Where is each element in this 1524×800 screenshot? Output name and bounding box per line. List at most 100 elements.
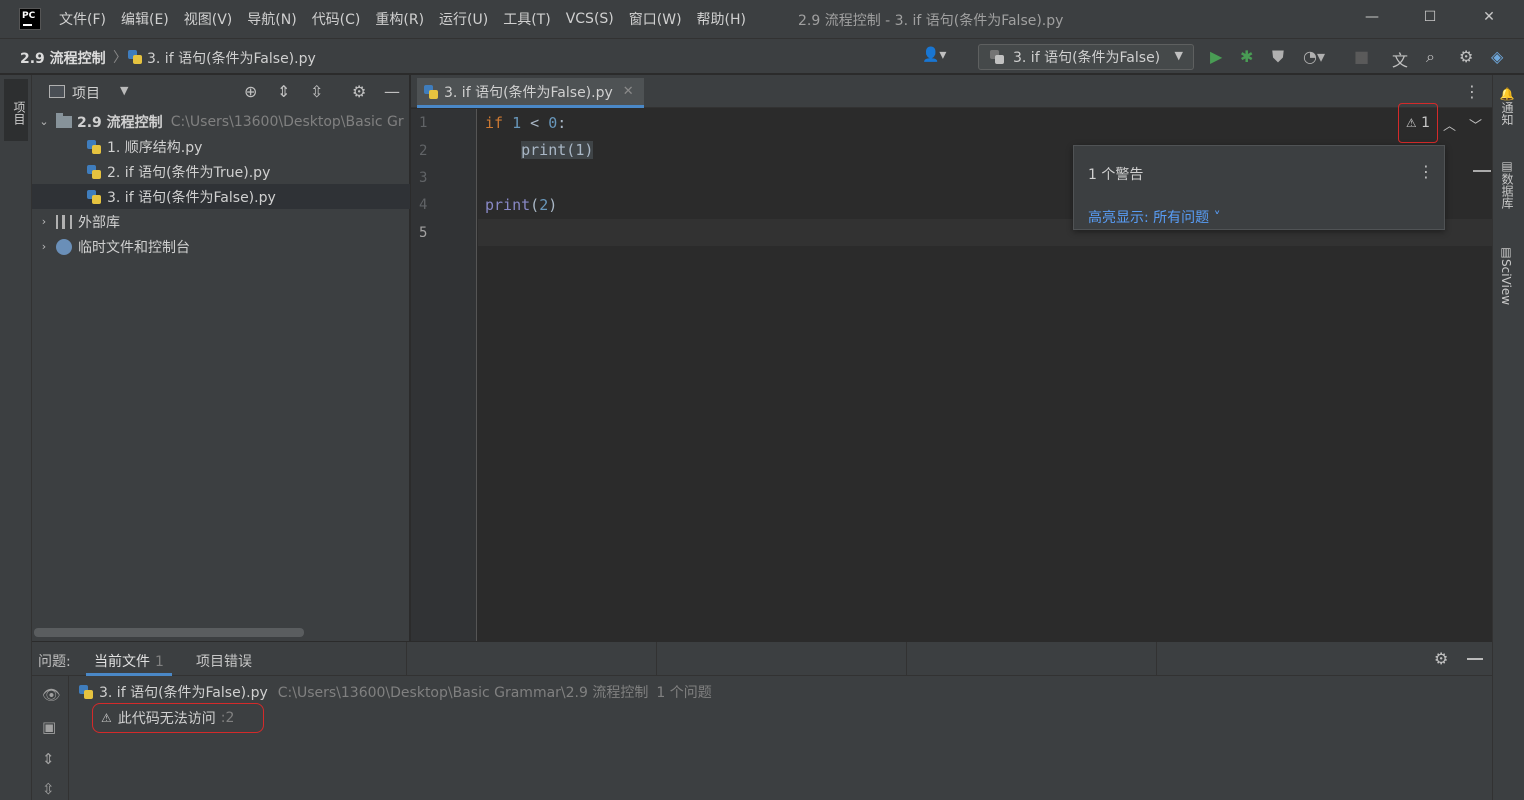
- close-window-button[interactable]: ✕: [1479, 9, 1499, 25]
- project-panel-title[interactable]: 项目: [72, 83, 100, 103]
- gear-icon[interactable]: ⚙: [1434, 649, 1448, 668]
- tab-current-file[interactable]: 当前文件 1: [86, 642, 172, 676]
- gear-icon[interactable]: ⚙: [352, 82, 366, 101]
- menu-run[interactable]: 运行(U): [439, 9, 488, 29]
- expand-all-icon[interactable]: ⇕: [42, 750, 55, 768]
- code-line-1[interactable]: if 1 < 0:: [485, 114, 566, 132]
- collapse-all-icon[interactable]: ⇳: [310, 82, 323, 101]
- sciview-tool-tab[interactable]: ▥SciView: [1499, 245, 1513, 305]
- hide-panel-icon[interactable]: —: [384, 82, 400, 101]
- chevron-down-icon: ▼: [1174, 49, 1183, 62]
- preview-icon[interactable]: ▣: [42, 718, 56, 736]
- user-icon[interactable]: 👤▾: [922, 47, 946, 63]
- chevron-right-icon[interactable]: ›: [38, 215, 50, 228]
- right-tool-strip: 🔔通知 ▤数据库 ▥SciView: [1492, 75, 1524, 800]
- stop-icon[interactable]: ■: [1354, 47, 1369, 66]
- run-icon[interactable]: ▶: [1210, 47, 1222, 66]
- chevron-down-icon[interactable]: ⌄: [38, 115, 50, 128]
- menu-code[interactable]: 代码(C): [312, 9, 361, 29]
- python-file-icon: [86, 189, 102, 205]
- run-configuration-select[interactable]: 3. if 语句(条件为False) ▼: [978, 44, 1194, 70]
- translate-icon[interactable]: 文: [1392, 47, 1408, 71]
- locate-icon[interactable]: ⊕: [244, 82, 257, 101]
- code-line-4[interactable]: print(2): [485, 196, 557, 214]
- eye-icon[interactable]: 👁: [42, 686, 61, 704]
- project-tool-tab-label: 项目: [12, 101, 26, 125]
- tree-file-item-selected[interactable]: 3. if 语句(条件为False).py: [32, 184, 410, 209]
- python-file-icon: [86, 139, 102, 155]
- menu-tools[interactable]: 工具(T): [503, 9, 550, 29]
- expand-all-icon[interactable]: ⇕: [277, 82, 290, 101]
- profile-icon[interactable]: ◔▾: [1303, 47, 1325, 66]
- collapse-all-icon[interactable]: ⇳: [42, 780, 55, 798]
- window-title: 2.9 流程控制 - 3. if 语句(条件为False).py: [798, 13, 1064, 29]
- problems-panel: 问题: 当前文件 1 项目错误 ⚙ 👁 ▣ ⇕ ⇳ 3. if 语句(条件为Fal…: [32, 641, 1492, 800]
- tree-file-label: 1. 顺序结构.py: [107, 139, 203, 156]
- settings-icon[interactable]: ⚙: [1459, 47, 1473, 66]
- chevron-down-icon[interactable]: ▼: [120, 84, 128, 97]
- warning-count: 1: [1421, 115, 1431, 131]
- project-tool-tab[interactable]: 项目: [4, 79, 28, 141]
- problems-label: 问题:: [38, 654, 71, 670]
- tree-file-label: 3. if 语句(条件为False).py: [107, 189, 276, 206]
- divider: [656, 642, 657, 676]
- menu-view[interactable]: 视图(V): [184, 9, 233, 29]
- library-icon: [56, 214, 72, 229]
- tab-project-errors[interactable]: 项目错误: [196, 651, 252, 671]
- tree-file-item[interactable]: 2. if 语句(条件为True).py: [32, 159, 410, 184]
- menu-edit[interactable]: 编辑(E): [121, 9, 169, 29]
- inspection-warning-badge[interactable]: ⚠ 1: [1398, 103, 1438, 143]
- pycharm-logo-icon[interactable]: PC: [19, 8, 41, 30]
- coverage-icon[interactable]: ⛊: [1272, 47, 1284, 67]
- navigation-toolbar: 2.9 流程控制 〉 3. if 语句(条件为False).py 👤▾ 3. i…: [0, 38, 1524, 74]
- chevron-right-icon[interactable]: ›: [38, 240, 50, 253]
- menu-refactor[interactable]: 重构(R): [375, 9, 424, 29]
- minimize-window-button[interactable]: —: [1362, 9, 1382, 25]
- editor-tab-bar: 3. if 语句(条件为False).py ✕ ⋮: [411, 75, 1492, 108]
- hide-panel-icon[interactable]: [1467, 658, 1483, 660]
- title-bar: PC 文件(F) 编辑(E) 视图(V) 导航(N) 代码(C) 重构(R) 运…: [0, 0, 1524, 38]
- tree-file-item[interactable]: 1. 顺序结构.py: [32, 134, 410, 159]
- line-number: 4: [419, 197, 428, 213]
- search-icon[interactable]: ⌕: [1426, 47, 1435, 67]
- breadcrumb-project[interactable]: 2.9 流程控制: [20, 48, 106, 68]
- project-panel: 项目 ▼ ⊕ ⇕ ⇳ ⚙ — ⌄ 2.9 流程控制 C:\Users\13600…: [32, 75, 410, 641]
- menu-vcs[interactable]: VCS(S): [566, 11, 614, 27]
- chevron-up-icon[interactable]: ︿: [1443, 115, 1456, 134]
- menu-navigate[interactable]: 导航(N): [247, 9, 296, 29]
- scratches-icon: [56, 238, 72, 255]
- horizontal-scrollbar[interactable]: [34, 628, 304, 637]
- python-file-icon: [78, 684, 94, 700]
- left-tool-strip: 项目: [0, 75, 32, 800]
- maximize-window-button[interactable]: ☐: [1420, 9, 1440, 25]
- close-icon[interactable]: ✕: [623, 84, 634, 99]
- more-vertical-icon[interactable]: ⋮: [1464, 82, 1480, 101]
- tree-scratches[interactable]: › 临时文件和控制台: [32, 234, 410, 259]
- warning-icon: ⚠: [1405, 116, 1417, 130]
- menu-help[interactable]: 帮助(H): [697, 9, 746, 29]
- code-line-2-unreachable[interactable]: print(1): [485, 141, 594, 159]
- debug-icon[interactable]: ✱: [1240, 47, 1253, 66]
- database-tool-tab[interactable]: ▤数据库: [1499, 159, 1516, 209]
- tree-scratches-label: 临时文件和控制台: [78, 239, 190, 256]
- tree-external-libraries[interactable]: › 外部库: [32, 209, 410, 234]
- notifications-tool-tab[interactable]: 🔔通知: [1499, 87, 1516, 126]
- tab-current-file-count: 1: [155, 654, 164, 670]
- menu-file[interactable]: 文件(F): [59, 9, 106, 29]
- problem-file-row[interactable]: 3. if 语句(条件为False).py C:\Users\13600\Des…: [78, 682, 712, 702]
- tree-root-folder[interactable]: ⌄ 2.9 流程控制 C:\Users\13600\Desktop\Basic …: [32, 109, 410, 134]
- breadcrumb-separator: 〉: [113, 50, 127, 66]
- editor-tab-active[interactable]: 3. if 语句(条件为False).py ✕: [417, 78, 644, 108]
- chevron-down-icon[interactable]: ﹀: [1469, 115, 1482, 134]
- problem-item[interactable]: ⚠ 此代码无法访问 :2: [92, 703, 264, 733]
- popup-title: 1 个警告: [1088, 167, 1144, 183]
- plugin-icon[interactable]: ◈: [1491, 47, 1503, 66]
- line-number: 1: [419, 115, 428, 131]
- breadcrumb-file[interactable]: 3. if 语句(条件为False).py: [147, 48, 316, 68]
- divider: [406, 642, 407, 676]
- menu-window[interactable]: 窗口(W): [629, 9, 682, 29]
- problem-file-path: C:\Users\13600\Desktop\Basic Grammar\2.9…: [277, 685, 649, 701]
- problem-file-count: 1 个问题: [656, 685, 712, 701]
- more-vertical-icon[interactable]: ⋮: [1418, 162, 1434, 181]
- highlight-level-link[interactable]: 高亮显示: 所有问题 ˅: [1088, 207, 1221, 227]
